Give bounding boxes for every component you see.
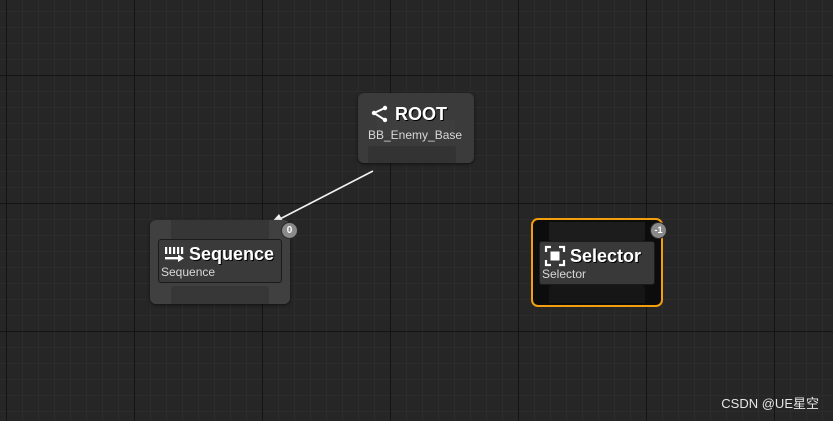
sequence-node-title: Sequence [189, 243, 275, 264]
sequence-node[interactable]: Sequence Sequence [150, 220, 290, 304]
selector-icon [544, 245, 566, 267]
behavior-tree-graph-canvas[interactable]: ROOT BB_Enemy_Base Sequence Sequence 0 S… [0, 0, 833, 421]
sequence-icon [165, 247, 184, 262]
root-output-pin[interactable] [368, 146, 456, 163]
sequence-execution-index-badge: 0 [282, 223, 297, 238]
selector-node[interactable]: Selector Selector [531, 218, 663, 307]
selector-node-body: Selector Selector [539, 241, 655, 285]
sequence-output-pin[interactable] [171, 286, 269, 304]
sequence-node-subtitle: Sequence [161, 265, 216, 279]
selector-node-title-row: Selector [544, 244, 641, 268]
root-node-subtitle: BB_Enemy_Base [368, 128, 463, 142]
selector-node-subtitle: Selector [542, 267, 587, 281]
selector-output-pin[interactable] [549, 285, 645, 303]
root-node-body: ROOT BB_Enemy_Base [365, 99, 467, 143]
selector-execution-index-badge: -1 [651, 223, 666, 238]
wire-root-to-sequence[interactable] [275, 170, 374, 222]
root-node[interactable]: ROOT BB_Enemy_Base [358, 93, 474, 163]
wire-layer [270, 170, 374, 224]
sequence-node-title-row: Sequence [163, 242, 274, 266]
selector-input-pin[interactable] [549, 222, 645, 241]
sequence-node-body: Sequence Sequence [158, 239, 282, 283]
root-branch-icon [371, 105, 388, 123]
root-node-title-row: ROOT [369, 102, 447, 126]
selector-node-title: Selector [570, 245, 642, 266]
watermark-text: CSDN @UE星空 [721, 396, 819, 411]
sequence-input-pin[interactable] [171, 220, 269, 240]
root-node-title: ROOT [395, 103, 447, 124]
